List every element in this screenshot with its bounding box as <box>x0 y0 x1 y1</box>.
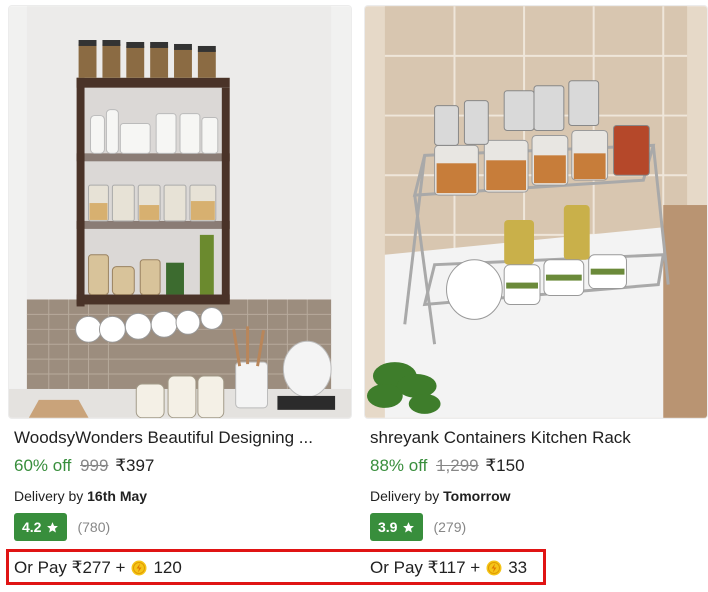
rating-row: 3.9 (279) <box>370 513 466 541</box>
rating-badge: 3.9 <box>370 513 424 541</box>
price-row: 60% off 999 ₹397 <box>14 456 154 476</box>
product-card[interactable]: shreyank Containers Kitchen Rack 88% off… <box>364 0 708 592</box>
supercoin-pay-offer: Or Pay ₹117 + 33 <box>370 558 527 578</box>
delivery-date: Tomorrow <box>443 488 511 504</box>
product-card[interactable]: WoodsyWonders Beautiful Designing ... 60… <box>8 0 354 592</box>
product-image[interactable] <box>8 5 352 419</box>
product-title[interactable]: shreyank Containers Kitchen Rack <box>370 428 700 448</box>
coin-count: 120 <box>153 558 182 577</box>
star-icon <box>47 521 59 532</box>
wall-spice-rack-image <box>9 6 351 418</box>
pay-text: Or Pay ₹117 + <box>370 558 481 577</box>
discount-percent: 60% off <box>14 456 72 475</box>
discount-percent: 88% off <box>370 456 428 475</box>
product-title[interactable]: WoodsyWonders Beautiful Designing ... <box>14 428 344 448</box>
rating-value: 3.9 <box>378 519 398 535</box>
star-icon <box>403 521 415 532</box>
price-row: 88% off 1,299 ₹150 <box>370 456 525 476</box>
delivery-info: Delivery by Tomorrow <box>370 488 511 504</box>
supercoin-icon <box>131 560 147 576</box>
rating-value: 4.2 <box>22 519 42 535</box>
rating-count: (780) <box>77 519 111 535</box>
delivery-date: 16th May <box>87 488 148 504</box>
counter-spice-rack-image <box>365 6 707 418</box>
rating-badge: 4.2 <box>14 513 68 541</box>
pay-text: Or Pay ₹277 + <box>14 558 126 577</box>
product-image[interactable] <box>364 5 708 419</box>
original-price: 999 <box>80 456 109 475</box>
delivery-prefix: Delivery by <box>14 488 84 504</box>
selling-price: ₹397 <box>115 456 155 475</box>
delivery-info: Delivery by 16th May <box>14 488 147 504</box>
original-price: 1,299 <box>436 456 479 475</box>
coin-count: 33 <box>508 558 528 577</box>
supercoin-icon <box>486 560 502 576</box>
rating-count: (279) <box>433 519 467 535</box>
rating-row: 4.2 (780) <box>14 513 110 541</box>
delivery-prefix: Delivery by <box>370 488 440 504</box>
supercoin-pay-offer: Or Pay ₹277 + 120 <box>14 558 182 578</box>
selling-price: ₹150 <box>485 456 525 475</box>
